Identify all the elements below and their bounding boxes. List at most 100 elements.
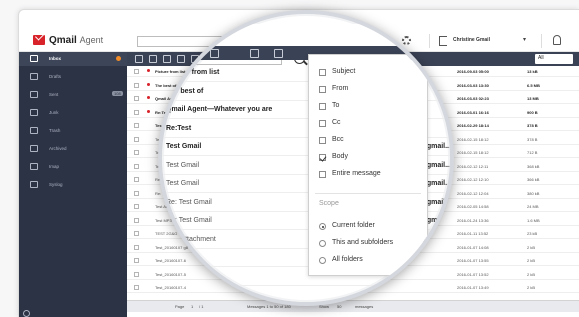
row-subject: Re: Test Gmail [166, 217, 212, 224]
row-size: 13 kB [527, 69, 538, 74]
row-size: 378 B [527, 123, 538, 128]
row-checkbox[interactable] [134, 190, 139, 196]
row-date: 2016-02-12 12:10 [457, 177, 489, 182]
row-checkbox[interactable] [134, 109, 139, 115]
sidebar-item-junk[interactable]: Junk [19, 106, 127, 120]
row-checkbox[interactable] [134, 136, 139, 142]
row-checkbox[interactable] [134, 163, 139, 169]
row-checkbox[interactable] [134, 96, 139, 101]
checkbox[interactable] [319, 171, 326, 178]
row-date: 2016-02-29 18:14 [457, 123, 489, 128]
sidebar-item-label: Sent [49, 92, 59, 97]
row-subject: Test Gmail [166, 161, 200, 169]
magnifier-lens: ▾ Picture from list16-03 05:00The best o… [158, 10, 454, 306]
sidebar-item-trash[interactable]: Trash [19, 124, 127, 138]
row-subject: The best of [166, 87, 204, 95]
sidebar-item-label: Syslog [49, 182, 63, 187]
checkbox[interactable] [319, 69, 326, 76]
unread-flag-icon [147, 82, 150, 86]
folder-icon [30, 181, 38, 188]
user-menu-caret-icon[interactable]: ▾ [523, 36, 526, 43]
radio-button[interactable] [319, 223, 326, 230]
app-title-main: Qmail [49, 35, 77, 46]
app-title: Qmail Agent [49, 35, 103, 46]
checkbox[interactable] [319, 120, 326, 127]
row-checkbox[interactable] [134, 69, 139, 74]
dropdown-separator [315, 193, 421, 194]
sidebar-item-label: Archived [49, 146, 67, 151]
row-date: 2016-02-05 14:58 [457, 204, 489, 209]
row-date: 2016-01-11 13:52 [457, 231, 489, 236]
row-subject: Qmail Agent—Whatever you are [166, 106, 273, 113]
row-checkbox[interactable] [134, 244, 139, 250]
row-size: 24 MB [527, 204, 539, 209]
move-icon[interactable] [210, 49, 219, 58]
sidebar-item-count: 108 [112, 91, 123, 96]
checkbox[interactable] [319, 137, 326, 144]
checkbox[interactable] [319, 154, 326, 161]
magnified-table-row[interactable]: Test_20160107 g82016-01-07 14:08 [162, 286, 450, 302]
row-checkbox[interactable] [134, 204, 139, 209]
mark-icon[interactable] [274, 49, 283, 58]
row-checkbox[interactable] [134, 82, 139, 88]
radio-button[interactable] [319, 240, 326, 247]
page-total: / 1 [199, 304, 204, 309]
row-checkbox[interactable] [134, 217, 139, 223]
row-subject: Test Attachment [166, 235, 216, 243]
sidebar-item-inbox[interactable]: Inbox [19, 52, 127, 66]
row-size: 368 kB [527, 163, 540, 169]
row-checkbox[interactable] [134, 231, 139, 236]
row-date: 2016-03-01 16:16 [457, 109, 489, 115]
row-date: 2016-02-15 18:12 [457, 150, 489, 155]
folder-icon [30, 163, 38, 170]
scope-title: Scope [319, 200, 339, 207]
row-size: 900 B [527, 109, 538, 115]
unread-flag-icon [147, 69, 150, 72]
radio-button[interactable] [319, 257, 326, 264]
row-date: 2016-01-07 13:49 [457, 285, 489, 290]
row-subject: Test_20160107 g8 [166, 291, 224, 298]
refresh-icon[interactable] [149, 55, 157, 63]
row-checkbox[interactable] [134, 285, 139, 290]
row-date: 2016-01-24 13:36 [457, 217, 489, 223]
row-size: 2 kB [527, 244, 536, 250]
settings-footer-icon[interactable] [23, 310, 30, 317]
notification-icon[interactable] [553, 35, 561, 45]
search-options-dropdown: Scope Subject From To Cc Bcc Body Entire messa… [308, 54, 428, 276]
select-all-checkbox-icon[interactable] [135, 55, 143, 63]
option-label: From [332, 85, 349, 92]
row-date: 2016-02-12 12:11 [457, 163, 489, 169]
row-checkbox[interactable] [134, 258, 139, 263]
junk-icon [30, 109, 38, 116]
checkbox[interactable] [319, 103, 326, 110]
row-size: 13 MB [527, 96, 539, 101]
row-checkbox[interactable] [134, 177, 139, 182]
filter-select[interactable]: All [535, 54, 573, 64]
per-page-select[interactable]: 50 [337, 304, 341, 309]
option-label: To [332, 102, 340, 109]
sidebar-item-drafts[interactable]: Drafts [19, 70, 127, 84]
option-label: Cc [332, 119, 341, 126]
row-subject: TEST 2G&G [166, 272, 206, 280]
row-date: 2016-01-07 13:55 [457, 258, 489, 263]
user-name[interactable]: Christine Gmail [453, 37, 490, 43]
row-size: 2 kB [527, 258, 536, 263]
folder-icon [30, 145, 38, 152]
option-label: This and subfolders [332, 239, 394, 246]
delete-icon[interactable] [250, 49, 259, 58]
option-label: Body [332, 153, 348, 160]
row-subject: Picture from list [166, 69, 220, 76]
page-number-input[interactable]: 1 [191, 304, 193, 309]
sidebar-item-syslog[interactable]: Syslog [19, 178, 127, 192]
sidebar-item-archived[interactable]: Archived [19, 142, 127, 156]
row-checkbox[interactable] [134, 271, 139, 277]
sidebar-item-label: Imap [49, 164, 60, 169]
row-checkbox[interactable] [134, 123, 139, 128]
sidebar-item-sent[interactable]: Sent 108 [19, 88, 127, 102]
row-date: 2016-03-03 02:23 [457, 96, 489, 101]
row-size: 378 B [527, 136, 538, 142]
checkbox[interactable] [319, 86, 326, 93]
row-checkbox[interactable] [134, 150, 139, 155]
row-size: 23 kB [527, 231, 538, 236]
sidebar-item-imap[interactable]: Imap [19, 160, 127, 174]
